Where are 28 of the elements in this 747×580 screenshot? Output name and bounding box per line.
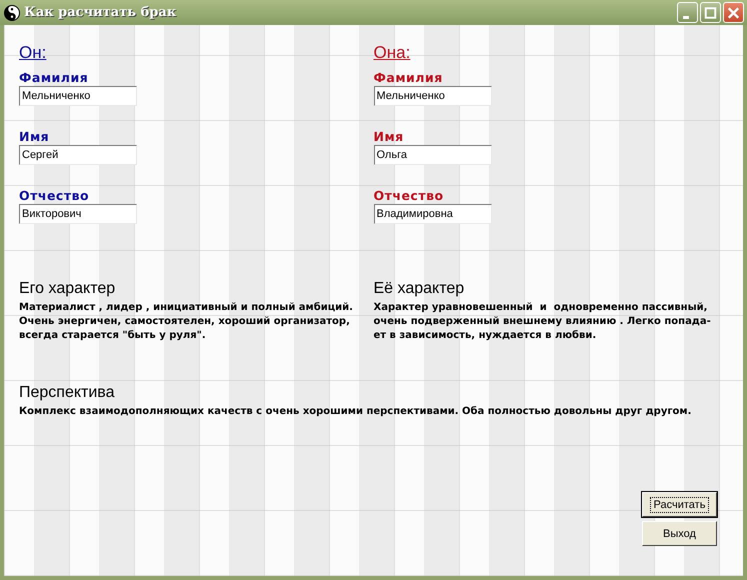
window-title: Как расчитать брак xyxy=(24,5,176,20)
input-field[interactable]: Сергей xyxy=(19,145,137,165)
action-button[interactable]: Выход xyxy=(642,521,717,546)
close-button[interactable] xyxy=(723,2,744,23)
minimize-button[interactable] xyxy=(677,2,698,23)
field-label: Отчество xyxy=(374,189,445,203)
section-title: Его характер xyxy=(19,279,116,299)
section-title: Её характер xyxy=(374,279,466,299)
character-text: Характер уравновешенный и одновременно пассивный, очень подверженный внешнему влиянию . Легко попада- ет в зависимость, нуждается в любви. xyxy=(374,301,712,343)
field-label: Имя xyxy=(374,130,405,144)
input-field[interactable]: Владимировна xyxy=(374,204,492,224)
input-field[interactable]: Мельниченко xyxy=(374,86,492,106)
yin-yang-icon xyxy=(4,4,20,20)
field-label: Имя xyxy=(19,130,50,144)
input-field[interactable]: Викторович xyxy=(19,204,137,224)
input-field[interactable]: Ольга xyxy=(374,145,492,165)
field-label: Фамилия xyxy=(374,71,444,85)
person-heading: Он: xyxy=(19,43,48,63)
action-button[interactable]: Расчитать xyxy=(642,492,717,517)
section-title: Перспектива xyxy=(19,383,116,403)
field-label: Фамилия xyxy=(19,71,90,85)
field-label: Отчество xyxy=(19,189,90,203)
character-text: Материалист , лидер , инициативный и полный амбиций. Очень энергичен, самостоятелен, хороший организатор, всегда старается "быть у руля". xyxy=(19,301,354,343)
input-field[interactable]: Мельниченко xyxy=(19,86,137,106)
maximize-button[interactable] xyxy=(700,2,721,23)
person-heading: Она: xyxy=(374,43,412,63)
perspective-text: Комплекс взаимодополняющих качеств с очень хорошими перспективами. Оба полностью довольны друг другом. xyxy=(19,405,692,419)
minimize-icon xyxy=(682,16,688,18)
